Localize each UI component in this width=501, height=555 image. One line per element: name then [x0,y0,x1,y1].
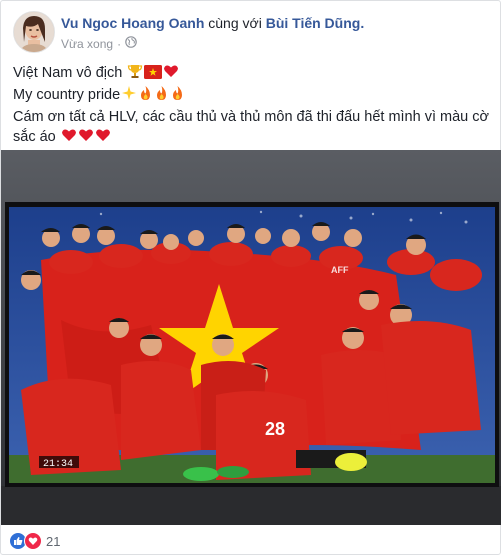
with-text: cùng với [208,15,262,31]
avatar-photo [14,12,54,52]
post-line-2-text: My country pride [13,87,121,103]
post-line-4-text: sắc áo [13,129,56,145]
fire-icon [154,85,169,107]
heart-icon [95,127,111,149]
post-photo[interactable]: 28 AFF 21:34 [1,150,501,525]
heart-icon [163,63,179,85]
meta-separator: · [117,36,122,51]
tagged-person-link[interactable]: Bùi Tiến Dũng. [266,15,365,31]
fire-icon [170,85,185,107]
scoreboard-time: 21:34 [43,459,73,470]
post-header: Vu Ngoc Hoang Oanh cùng với Bùi Tiến Dũn… [13,11,483,55]
author-avatar[interactable] [13,11,55,53]
post-line-1-text: Việt Nam vô địch [13,65,123,81]
heart-icon [78,127,94,149]
post-text: Việt Nam vô địch My country pride Cám ơn… [13,63,489,149]
heart-icon [61,127,77,149]
globe-icon[interactable] [125,36,137,51]
post-meta: Vừa xong · [61,36,137,51]
timestamp-link[interactable]: Vừa xong [61,37,113,51]
post-line-3: Cám ơn tất cả HLV, các cầu thủ và thủ mô… [13,109,490,125]
facebook-post: Vu Ngoc Hoang Oanh cùng với Bùi Tiến Dũn… [0,0,501,555]
author-line: Vu Ngoc Hoang Oanh cùng với Bùi Tiến Dũn… [61,15,364,31]
love-icon[interactable] [24,532,42,550]
reactions-bar[interactable]: 21 [9,531,60,551]
trophy-icon [127,63,143,85]
post-line-4: sắc áo [13,127,489,149]
banner-text: AFF [331,265,349,275]
reaction-count[interactable]: 21 [46,534,60,549]
post-line-2: My country pride [13,85,489,107]
post-line-1: Việt Nam vô địch [13,63,489,85]
sparkle-icon [121,85,137,107]
fire-icon [138,85,153,107]
vietnam-flag-icon [144,65,163,85]
author-name-link[interactable]: Vu Ngoc Hoang Oanh [61,15,204,31]
tv-screen-photo: 28 AFF 21:34 [1,150,501,525]
jersey-number: 28 [265,419,285,439]
